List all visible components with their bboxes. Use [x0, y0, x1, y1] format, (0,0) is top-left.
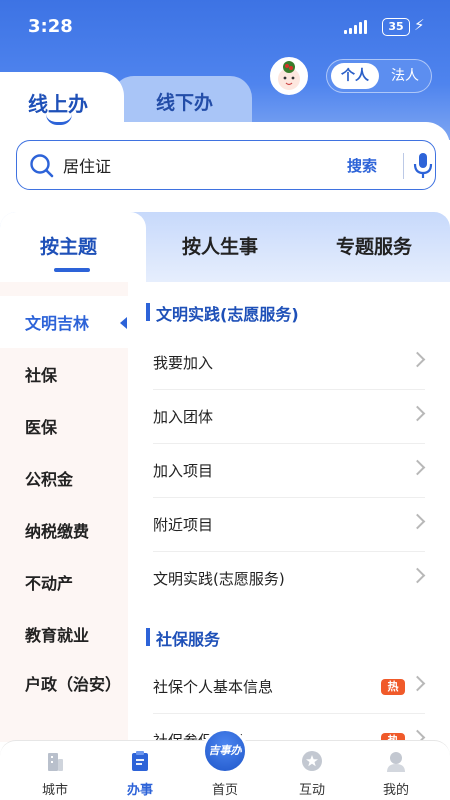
nav-profile[interactable]: 我的	[356, 741, 436, 800]
sidebar-item-label: 纳税缴费	[25, 522, 90, 541]
section-title: 社保服务	[146, 626, 220, 650]
section-title: 文明实践(志愿服务)	[146, 301, 299, 325]
sidebar-item-housing-fund[interactable]: 公积金	[0, 452, 128, 504]
signal-icon	[344, 20, 367, 34]
list-item-label: 我要加入	[153, 354, 214, 372]
tab-online-label: 线上办	[28, 92, 88, 116]
list-item[interactable]: 文明实践(志愿服务)	[153, 552, 426, 606]
search-icon	[30, 154, 54, 178]
home-logo-button[interactable]: 吉事办	[202, 728, 248, 774]
service-list: 文明实践(志愿服务) 我要加入 加入团体 加入项目 附近项目 文明实践(志愿服务…	[128, 282, 450, 742]
chevron-right-icon	[409, 513, 426, 530]
sidebar-item-label: 医保	[25, 418, 58, 437]
role-toggle: 个人 法人	[326, 59, 432, 93]
caret-left-icon	[120, 317, 127, 329]
sidebar-item-real-estate[interactable]: 不动产	[0, 556, 128, 608]
tab-online[interactable]: 线上办	[0, 72, 124, 132]
sidebar-item-label: 公积金	[25, 470, 74, 489]
list-item[interactable]: 加入团体	[153, 390, 426, 444]
nav-interact[interactable]: 互动	[272, 741, 352, 800]
chevron-right-icon	[409, 459, 426, 476]
nav-label: 办事	[126, 783, 153, 798]
status-bar: 3:28 35 ⚡	[0, 0, 450, 56]
sidebar-item-medical-insurance[interactable]: 医保	[0, 400, 128, 452]
sidebar-item-label: 文明吉林	[25, 314, 90, 333]
nav-affairs[interactable]: 办事	[100, 741, 180, 800]
sidebar-item-label: 教育就业	[25, 626, 90, 645]
nav-label: 我的	[382, 783, 409, 798]
nav-label: 互动	[298, 783, 325, 798]
sidebar-item-label: 户政（治安）	[25, 675, 122, 694]
tab-by-theme[interactable]: 按主题	[40, 232, 97, 259]
chevron-right-icon	[409, 405, 426, 422]
hot-badge: 热	[381, 679, 405, 695]
charging-icon: ⚡	[414, 16, 425, 34]
sidebar-item-household-registration[interactable]: 户政（治安）	[0, 670, 128, 722]
list-item[interactable]: 我要加入	[153, 336, 426, 390]
chevron-right-icon	[409, 675, 426, 692]
user-icon	[387, 752, 405, 772]
list-item-label: 社保个人基本信息	[153, 678, 274, 696]
star-badge-icon	[302, 751, 322, 771]
nav-city[interactable]: 城市	[15, 741, 95, 800]
list-item-label: 文明实践(志愿服务)	[153, 570, 285, 588]
list-item[interactable]: 加入项目	[153, 444, 426, 498]
tab-special-services[interactable]: 专题服务	[336, 232, 412, 259]
search-bar: 搜索	[16, 140, 436, 190]
avatar-face-icon	[278, 61, 300, 90]
sidebar-item-label: 社保	[25, 366, 58, 385]
clipboard-icon	[132, 751, 148, 771]
search-divider	[403, 153, 404, 179]
search-input[interactable]	[63, 152, 333, 178]
sidebar-item-social-security[interactable]: 社保	[0, 348, 128, 400]
list-item[interactable]: 社保个人基本信息 热	[153, 660, 426, 714]
tab-offline-label: 线下办	[156, 92, 214, 114]
microphone-icon[interactable]	[413, 152, 433, 180]
sidebar-item-education-employment[interactable]: 教育就业	[0, 608, 128, 660]
role-legal-button[interactable]: 法人	[381, 63, 429, 89]
avatar[interactable]	[270, 57, 308, 95]
list-item[interactable]: 附近项目	[153, 498, 426, 552]
smile-underline-icon	[46, 114, 72, 125]
list-item-label: 附近项目	[153, 516, 214, 534]
list-item[interactable]: 社保参保证明 热	[153, 714, 426, 742]
nav-label: 城市	[41, 783, 68, 798]
list-item-label: 加入项目	[153, 462, 214, 480]
list-item-label: 加入团体	[153, 408, 214, 426]
sidebar-item-label: 不动产	[25, 574, 74, 593]
nav-label: 首页	[211, 783, 238, 798]
chevron-right-icon	[409, 567, 426, 584]
role-personal-button[interactable]: 个人	[331, 63, 379, 89]
sidebar: 文明吉林 社保 医保 公积金 纳税缴费 不动产 教育就业 户政（治安）	[0, 282, 128, 742]
status-time: 3:28	[28, 16, 73, 37]
tab-by-life-event[interactable]: 按人生事	[182, 232, 258, 259]
search-button[interactable]: 搜索	[347, 155, 377, 176]
sidebar-item-tax[interactable]: 纳税缴费	[0, 504, 128, 556]
active-tab-underline	[54, 268, 90, 272]
battery-icon: 35	[382, 18, 410, 36]
chevron-right-icon	[409, 351, 426, 368]
sidebar-item-civilization[interactable]: 文明吉林	[0, 296, 128, 348]
city-icon	[48, 753, 63, 771]
tab-offline[interactable]: 线下办	[112, 76, 252, 128]
